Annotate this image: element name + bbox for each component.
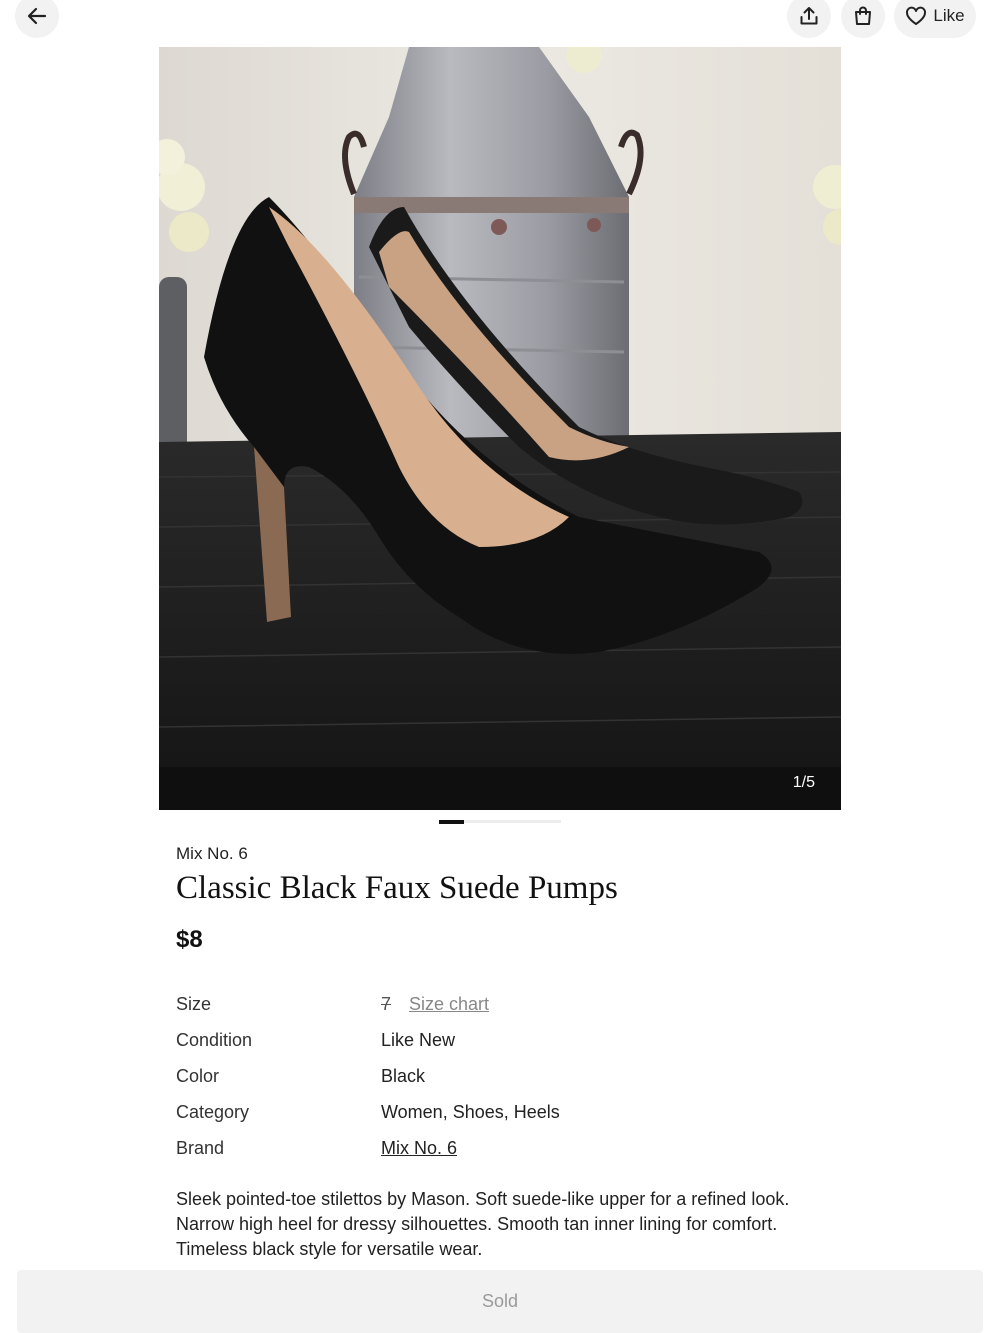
product-title: Classic Black Faux Suede Pumps	[176, 870, 618, 906]
shopping-bag-icon	[855, 6, 871, 25]
detail-label: Color	[176, 1065, 220, 1086]
share-button[interactable]	[787, 0, 831, 38]
detail-label: Size	[176, 993, 212, 1014]
product-brand: Mix No. 6	[176, 844, 248, 863]
sold-label: Sold	[481, 1291, 519, 1311]
sold-button[interactable]: Sold	[17, 1270, 983, 1333]
share-icon	[800, 7, 818, 25]
pager-active-indicator	[439, 820, 464, 824]
detail-row-brand: Brand Mix No. 6	[176, 1130, 816, 1166]
product-description: Sleek pointed-toe stilettos by Mason. So…	[176, 1189, 790, 1259]
photo-pager	[439, 820, 561, 824]
like-button[interactable]: Like	[894, 0, 976, 38]
listing-page: Like 1/5 Mix No. 6 Classic Black Faux Su…	[0, 0, 1000, 1333]
detail-row-color: Color Black	[176, 1058, 816, 1094]
detail-value: Like New	[381, 1029, 456, 1050]
detail-value: Black	[381, 1065, 426, 1086]
like-label: Like	[933, 6, 965, 25]
size-chart-link[interactable]: Size chart	[409, 994, 489, 1014]
detail-label: Condition	[176, 1029, 253, 1050]
product-image	[159, 47, 841, 810]
brand-link[interactable]: Mix No. 6	[381, 1138, 457, 1159]
heart-icon	[906, 6, 927, 25]
photo-counter: 1/5	[792, 774, 815, 791]
details-table: Size 7 Size chart Condition Like New Colo…	[176, 986, 816, 1166]
detail-value: 7 Size chart	[381, 994, 489, 1015]
bag-button[interactable]	[841, 0, 885, 38]
detail-label: Category	[176, 1101, 250, 1122]
detail-label: Brand	[176, 1137, 225, 1158]
arrow-left-icon	[27, 7, 47, 25]
product-photo[interactable]: 1/5	[159, 47, 841, 810]
size-value: 7	[381, 993, 392, 1014]
detail-row-size: Size 7 Size chart	[176, 986, 816, 1022]
detail-value: Women, Shoes, Heels	[381, 1101, 560, 1122]
product-price: $8	[176, 926, 203, 953]
detail-row-condition: Condition Like New	[176, 1022, 816, 1058]
detail-row-category: Category Women, Shoes, Heels	[176, 1094, 816, 1130]
back-button[interactable]	[15, 0, 59, 38]
